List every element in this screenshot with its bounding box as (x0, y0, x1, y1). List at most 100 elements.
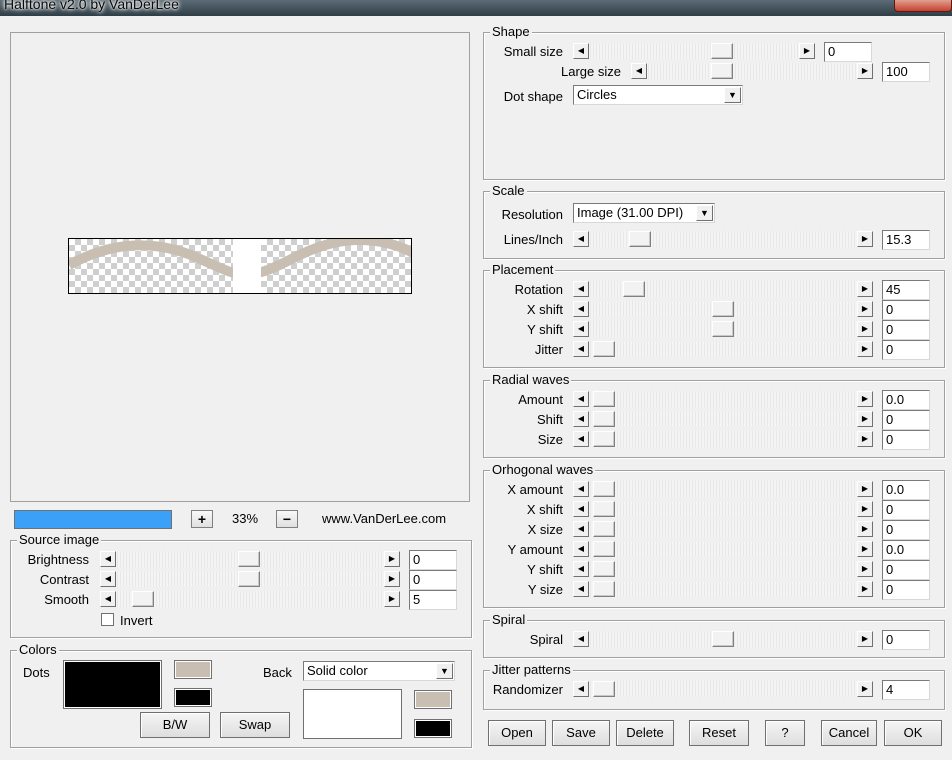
left-arrow-icon[interactable]: ◀ (573, 231, 589, 247)
lines-inch-input[interactable]: 15.3 (882, 230, 930, 250)
cancel-button[interactable]: Cancel (821, 720, 877, 746)
x-shift-input[interactable]: 0 (882, 300, 930, 320)
open-button[interactable]: Open (488, 720, 546, 746)
large-size-input[interactable]: 100 (882, 62, 930, 82)
ortho-x-shift-slider[interactable]: ◀ ▶ (573, 501, 873, 517)
slider-thumb[interactable] (238, 571, 260, 587)
right-arrow-icon[interactable]: ▶ (857, 501, 873, 517)
x-amount-slider[interactable]: ◀ ▶ (573, 481, 873, 497)
right-arrow-icon[interactable]: ▶ (857, 391, 873, 407)
save-button[interactable]: Save (552, 720, 610, 746)
randomizer-input[interactable]: 4 (882, 680, 930, 700)
left-arrow-icon[interactable]: ◀ (100, 591, 116, 607)
website-link[interactable]: www.VanDerLee.com (322, 511, 446, 527)
ortho-y-shift-input[interactable]: 0 (882, 560, 930, 580)
resolution-select[interactable]: Image (31.00 DPI) ▼ (573, 203, 715, 223)
radial-shift-input[interactable]: 0 (882, 410, 930, 430)
contrast-input[interactable]: 0 (409, 570, 457, 590)
zoom-out-button[interactable]: − (276, 510, 298, 528)
right-arrow-icon[interactable]: ▶ (384, 591, 400, 607)
slider-thumb[interactable] (593, 521, 615, 537)
x-size-slider[interactable]: ◀ ▶ (573, 521, 873, 537)
right-arrow-icon[interactable]: ▶ (857, 231, 873, 247)
left-arrow-icon[interactable]: ◀ (573, 321, 589, 337)
slider-thumb[interactable] (593, 481, 615, 497)
slider-thumb[interactable] (712, 631, 734, 647)
chevron-down-icon[interactable]: ▼ (724, 87, 741, 103)
dots-color-swatch[interactable] (63, 660, 162, 709)
chevron-down-icon[interactable]: ▼ (436, 663, 453, 679)
rotation-slider[interactable]: ◀ ▶ (573, 281, 873, 297)
right-arrow-icon[interactable]: ▶ (857, 561, 873, 577)
right-arrow-icon[interactable]: ▶ (857, 481, 873, 497)
radial-shift-slider[interactable]: ◀ ▶ (573, 411, 873, 427)
right-arrow-icon[interactable]: ▶ (384, 571, 400, 587)
y-size-slider[interactable]: ◀ ▶ (573, 581, 873, 597)
left-arrow-icon[interactable]: ◀ (573, 411, 589, 427)
slider-thumb[interactable] (593, 681, 615, 697)
dots-beige-swatch[interactable] (174, 660, 212, 679)
slider-thumb[interactable] (711, 63, 733, 79)
radial-amount-slider[interactable]: ◀ ▶ (573, 391, 873, 407)
left-arrow-icon[interactable]: ◀ (100, 551, 116, 567)
right-arrow-icon[interactable]: ▶ (857, 521, 873, 537)
reset-button[interactable]: Reset (689, 720, 749, 746)
ortho-x-shift-input[interactable]: 0 (882, 500, 930, 520)
y-shift-input[interactable]: 0 (882, 320, 930, 340)
brightness-input[interactable]: 0 (409, 550, 457, 570)
back-mode-select[interactable]: Solid color ▼ (303, 661, 455, 681)
slider-thumb[interactable] (593, 391, 615, 407)
y-shift-slider[interactable]: ◀ ▶ (573, 321, 873, 337)
slider-thumb[interactable] (712, 321, 734, 337)
left-arrow-icon[interactable]: ◀ (573, 681, 589, 697)
dots-black-swatch[interactable] (174, 688, 212, 707)
left-arrow-icon[interactable]: ◀ (573, 481, 589, 497)
slider-thumb[interactable] (593, 561, 615, 577)
x-shift-slider[interactable]: ◀ ▶ (573, 301, 873, 317)
back-beige-swatch[interactable] (414, 690, 452, 709)
radial-amount-input[interactable]: 0.0 (882, 390, 930, 410)
spiral-input[interactable]: 0 (882, 630, 930, 650)
small-size-slider[interactable]: ◀ ▶ (573, 43, 815, 59)
left-arrow-icon[interactable]: ◀ (573, 301, 589, 317)
left-arrow-icon[interactable]: ◀ (573, 521, 589, 537)
right-arrow-icon[interactable]: ▶ (384, 551, 400, 567)
right-arrow-icon[interactable]: ▶ (857, 63, 873, 79)
smooth-slider[interactable]: ◀ ▶ (100, 591, 400, 607)
x-amount-input[interactable]: 0.0 (882, 480, 930, 500)
ortho-y-shift-slider[interactable]: ◀ ▶ (573, 561, 873, 577)
help-button[interactable]: ? (765, 720, 805, 746)
slider-thumb[interactable] (132, 591, 154, 607)
left-arrow-icon[interactable]: ◀ (573, 43, 589, 59)
small-size-input[interactable]: 0 (824, 42, 872, 62)
slider-thumb[interactable] (593, 411, 615, 427)
left-arrow-icon[interactable]: ◀ (573, 501, 589, 517)
large-size-slider[interactable]: ◀ ▶ (631, 63, 873, 79)
left-arrow-icon[interactable]: ◀ (573, 431, 589, 447)
window-close-button[interactable] (894, 0, 952, 12)
slider-thumb[interactable] (629, 231, 651, 247)
jitter-slider[interactable]: ◀ ▶ (573, 341, 873, 357)
slider-thumb[interactable] (593, 541, 615, 557)
right-arrow-icon[interactable]: ▶ (857, 411, 873, 427)
zoom-in-button[interactable]: + (191, 510, 213, 528)
rotation-input[interactable]: 45 (882, 280, 930, 300)
left-arrow-icon[interactable]: ◀ (573, 581, 589, 597)
delete-button[interactable]: Delete (616, 720, 674, 746)
smooth-input[interactable]: 5 (409, 590, 457, 610)
slider-thumb[interactable] (711, 43, 733, 59)
contrast-slider[interactable]: ◀ ▶ (100, 571, 400, 587)
right-arrow-icon[interactable]: ▶ (857, 681, 873, 697)
left-arrow-icon[interactable]: ◀ (100, 571, 116, 587)
chevron-down-icon[interactable]: ▼ (696, 205, 713, 221)
radial-size-slider[interactable]: ◀ ▶ (573, 431, 873, 447)
back-color-swatch[interactable] (303, 689, 402, 739)
slider-thumb[interactable] (623, 281, 645, 297)
y-size-input[interactable]: 0 (882, 580, 930, 600)
slider-thumb[interactable] (712, 301, 734, 317)
ok-button[interactable]: OK (884, 720, 942, 746)
jitter-input[interactable]: 0 (882, 340, 930, 360)
right-arrow-icon[interactable]: ▶ (857, 541, 873, 557)
right-arrow-icon[interactable]: ▶ (857, 341, 873, 357)
slider-thumb[interactable] (593, 431, 615, 447)
